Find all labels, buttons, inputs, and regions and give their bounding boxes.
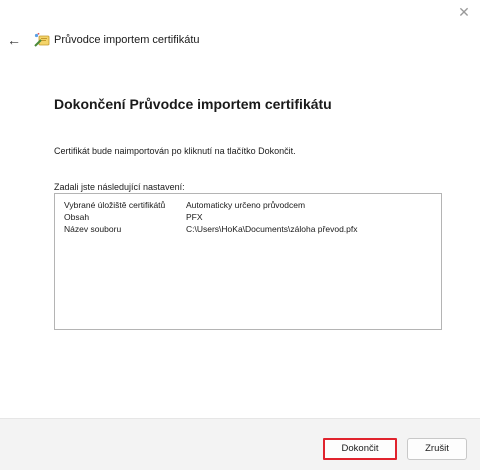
cancel-button[interactable]: Zrušit: [407, 438, 467, 460]
close-icon[interactable]: ✕: [452, 2, 476, 22]
settings-value: Automaticky určeno průvodcem: [186, 200, 306, 210]
settings-value: C:\Users\HoKa\Documents\záloha převod.pf…: [186, 224, 358, 234]
page-heading: Dokončení Průvodce importem certifikátu: [54, 96, 332, 112]
back-arrow-icon[interactable]: ←: [6, 32, 22, 48]
window-title: Průvodce importem certifikátu: [54, 34, 200, 46]
settings-row-content: Obsah PFX: [55, 211, 441, 223]
settings-label: Zadali jste následující nastavení:: [54, 182, 185, 192]
settings-key: Vybrané úložiště certifikátů: [64, 200, 166, 210]
settings-key: Obsah: [64, 212, 90, 222]
settings-list[interactable]: Vybrané úložiště certifikátů Automaticky…: [54, 193, 442, 330]
settings-value: PFX: [186, 212, 203, 222]
import-info-text: Certifikát bude naimportován po kliknutí…: [54, 146, 296, 156]
certificate-wizard-icon: [34, 32, 50, 48]
settings-row-filename: Název souboru C:\Users\HoKa\Documents\zá…: [55, 223, 441, 235]
settings-row-store: Vybrané úložiště certifikátů Automaticky…: [55, 199, 441, 211]
settings-key: Název souboru: [64, 224, 122, 234]
finish-button[interactable]: Dokončit: [323, 438, 397, 460]
